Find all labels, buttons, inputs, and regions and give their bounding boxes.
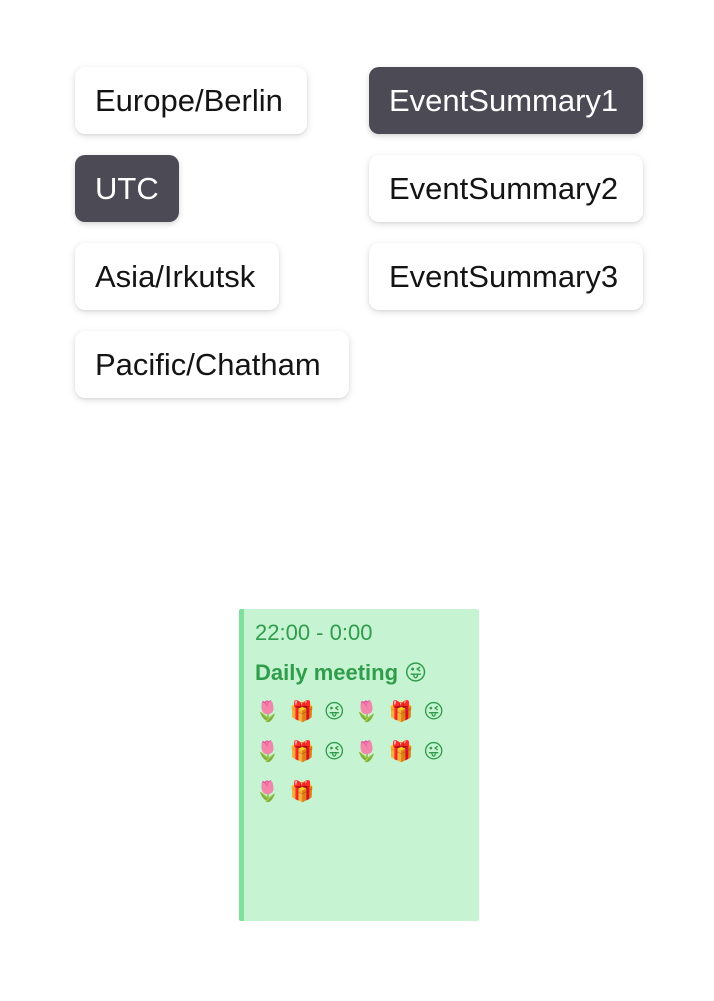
- timezone-button-asia-irkutsk[interactable]: Asia/Irkutsk: [75, 243, 279, 310]
- event-title: Daily meeting 😜: [255, 660, 428, 685]
- event-time-range: 22:00 - 0:00: [255, 620, 373, 645]
- timezone-button-utc[interactable]: UTC: [75, 155, 179, 222]
- event-description-line: 🌷 🎁 😜 🌷 🎁 😜: [255, 741, 447, 763]
- event-description-line: 🌷 🎁: [255, 781, 317, 803]
- event-description-line: 🌷 🎁 😜 🌷 🎁 😜: [255, 701, 447, 723]
- event-button-2[interactable]: EventSummary2: [369, 155, 643, 222]
- timezone-button-pacific-chatham[interactable]: Pacific/Chatham: [75, 331, 349, 398]
- event-button-3[interactable]: EventSummary3: [369, 243, 643, 310]
- timezone-button-europe-berlin[interactable]: Europe/Berlin: [75, 67, 307, 134]
- event-button-1[interactable]: EventSummary1: [369, 67, 643, 134]
- calendar-event-card[interactable]: 22:00 - 0:00 Daily meeting 😜 🌷 🎁 😜 🌷 🎁 😜…: [239, 609, 479, 921]
